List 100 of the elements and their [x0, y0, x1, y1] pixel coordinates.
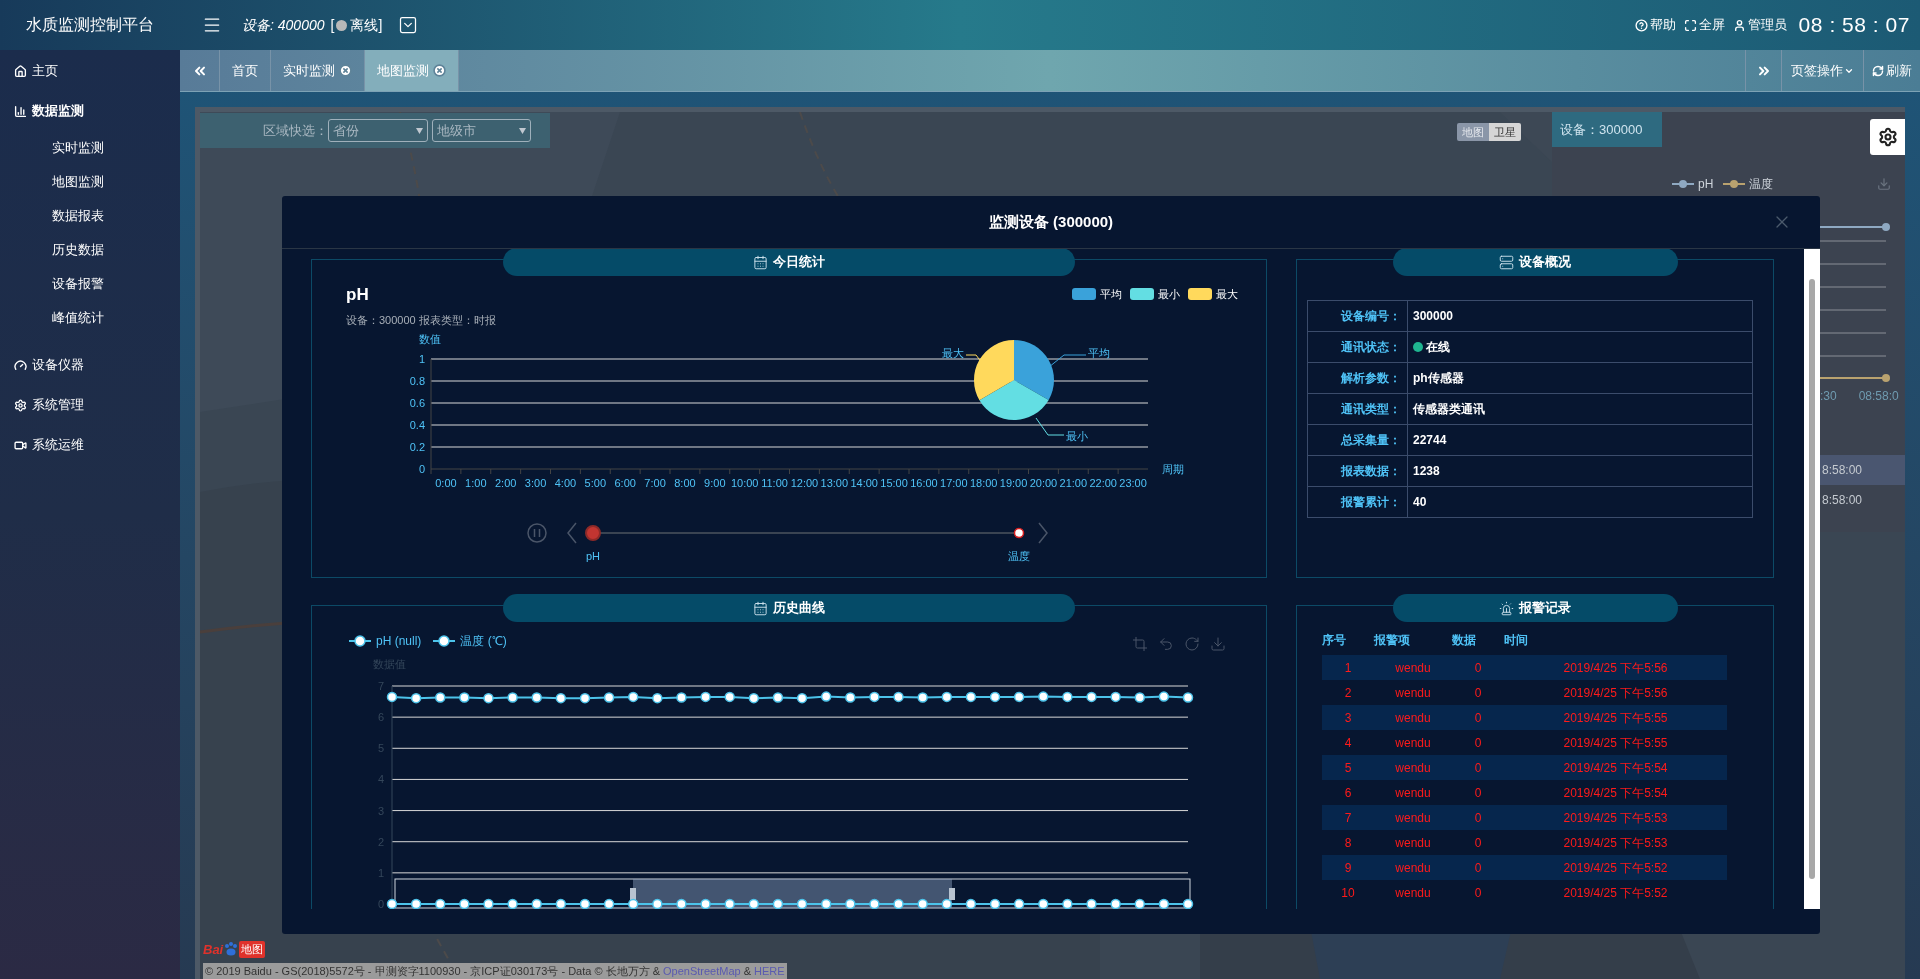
- sidebar-item[interactable]: 主页: [0, 51, 180, 91]
- column-header: 序号: [1322, 633, 1346, 647]
- sidebar-subitem[interactable]: 历史数据: [0, 233, 180, 267]
- header-link[interactable]: 全屏: [1683, 15, 1725, 35]
- download-icon[interactable]: [1210, 636, 1226, 652]
- data-point: [1062, 691, 1073, 703]
- settings-button[interactable]: [1870, 119, 1905, 155]
- data-point: [1086, 898, 1097, 909]
- table-cell-text: 2019/4/25 下午5:53: [1563, 834, 1668, 852]
- tick-label: 8:00: [674, 477, 696, 489]
- close-icon[interactable]: [433, 64, 446, 77]
- tick-label: 0.4: [409, 419, 425, 431]
- table-cell-text: wendu: [1395, 759, 1431, 777]
- sidebar-subitem[interactable]: 峰值统计: [0, 301, 180, 335]
- data-point: [748, 898, 760, 909]
- data-point: [627, 898, 639, 909]
- timeline-label: pH: [585, 550, 601, 562]
- sidebar-item[interactable]: 数据监测: [0, 91, 180, 131]
- tick-label: 9:00: [704, 477, 726, 489]
- table-cell-text: 4: [1344, 734, 1352, 752]
- table-cell: 通讯状态：: [1307, 331, 1408, 363]
- table-cell-text: 2019/4/25 下午5:56: [1563, 684, 1668, 702]
- download-icon[interactable]: [1877, 177, 1891, 191]
- page-tab[interactable]: 首页: [220, 50, 271, 91]
- sidebar-item[interactable]: 系统运维: [0, 425, 180, 465]
- map-type-toggle[interactable]: 卫星: [1489, 123, 1521, 141]
- header-link[interactable]: 管理员: [1732, 15, 1787, 35]
- legend-label: 温度: [1749, 176, 1774, 193]
- table-cell-text: wendu: [1395, 709, 1431, 727]
- data-point: [410, 898, 422, 909]
- region-label: 区域快选：: [263, 121, 328, 140]
- data-point: [724, 691, 735, 703]
- timeline-point[interactable]: [1013, 527, 1025, 539]
- undo-icon[interactable]: [1158, 636, 1174, 652]
- slice-label: 最小: [1066, 430, 1088, 442]
- data-point: [989, 898, 1001, 909]
- tick-label: 1:00: [465, 477, 487, 489]
- clock: 08 : 58 : 07: [1798, 12, 1910, 39]
- dropdown-icon[interactable]: [398, 15, 419, 35]
- panel-tab[interactable]: 设备：300000: [1552, 112, 1662, 147]
- data-point: [869, 898, 880, 909]
- data-point: [676, 692, 687, 703]
- header-link[interactable]: 帮助: [1634, 15, 1676, 35]
- tick-label: 0: [418, 463, 425, 475]
- cell-text: 300000: [1413, 308, 1454, 325]
- data-point: [459, 898, 470, 909]
- tick-label: 5:00: [584, 477, 606, 489]
- chevron-right-icon[interactable]: [1038, 522, 1048, 544]
- cell-text: ph传感器: [1413, 370, 1464, 387]
- data-point: [652, 898, 663, 909]
- sidebar-subitem[interactable]: 数据报表: [0, 199, 180, 233]
- pause-icon[interactable]: [527, 523, 547, 543]
- data-point: [965, 898, 977, 909]
- list-row[interactable]: 8:58:00: [1820, 485, 1905, 515]
- table-cell-text: 0: [1474, 709, 1482, 727]
- refresh-button[interactable]: 刷新: [1863, 50, 1920, 91]
- tick-label: 10:00: [730, 477, 759, 489]
- list-row[interactable]: 8:58:00: [1820, 455, 1905, 485]
- sidebar-item[interactable]: 系统管理: [0, 385, 180, 425]
- table-cell-text: 1: [1344, 659, 1352, 677]
- caret-icon: [519, 127, 526, 134]
- data-point: [435, 898, 446, 909]
- close-icon[interactable]: [339, 64, 352, 77]
- device-label: 设备: 400000: [242, 15, 325, 35]
- chart-subtitle: 设备：300000 报表类型：时报: [346, 312, 496, 328]
- table-cell-text: 0: [1474, 784, 1482, 802]
- data-point: [796, 692, 808, 704]
- crop-icon[interactable]: [1132, 636, 1148, 652]
- tick-label: 4:00: [554, 477, 577, 489]
- table-cell-text: 2019/4/25 下午5:52: [1563, 884, 1668, 902]
- tick-label: 15:00: [880, 477, 908, 489]
- sidebar-item[interactable]: 设备仪器: [0, 345, 180, 385]
- axis-label: 08:58:0: [1858, 388, 1899, 405]
- data-point: [1086, 691, 1097, 703]
- data-point: [700, 691, 711, 703]
- data-point: [893, 898, 904, 909]
- sidebar-subitem[interactable]: 实时监测: [0, 131, 180, 165]
- sidebar-subitem[interactable]: 地图监测: [0, 165, 180, 199]
- tick-label: 16:00: [910, 477, 938, 489]
- attribution-text: © 2019 Baidu - GS(2018)5572号 - 甲测资字1100930 - 京ICP证030173号 - Data © 长地万方 &: [205, 964, 660, 979]
- sidebar-subitem[interactable]: 设备报警: [0, 267, 180, 301]
- tab-actions-button[interactable]: 页签操作: [1781, 50, 1863, 91]
- refresh-icon[interactable]: [1184, 636, 1200, 652]
- logo-text: 地图: [239, 941, 266, 958]
- table-cell-text: 0: [1474, 659, 1482, 677]
- gauge-icon: [14, 358, 27, 372]
- table-cell-text: wendu: [1395, 684, 1431, 702]
- scrollbar[interactable]: [1804, 249, 1820, 909]
- data-point: [459, 692, 470, 703]
- data-point: [531, 692, 542, 703]
- chevron-left-icon[interactable]: [567, 522, 577, 544]
- data-point: [1110, 691, 1121, 703]
- data-point: [941, 898, 953, 909]
- data-point: [507, 692, 518, 703]
- legend-label: 温度 (℃): [460, 633, 507, 650]
- bar-chart-icon: [14, 104, 27, 118]
- heading-text: 设备概况: [1519, 253, 1571, 272]
- leader-line: [965, 354, 983, 364]
- heading-text: 今日统计: [773, 253, 825, 272]
- data-point: [1134, 898, 1145, 909]
